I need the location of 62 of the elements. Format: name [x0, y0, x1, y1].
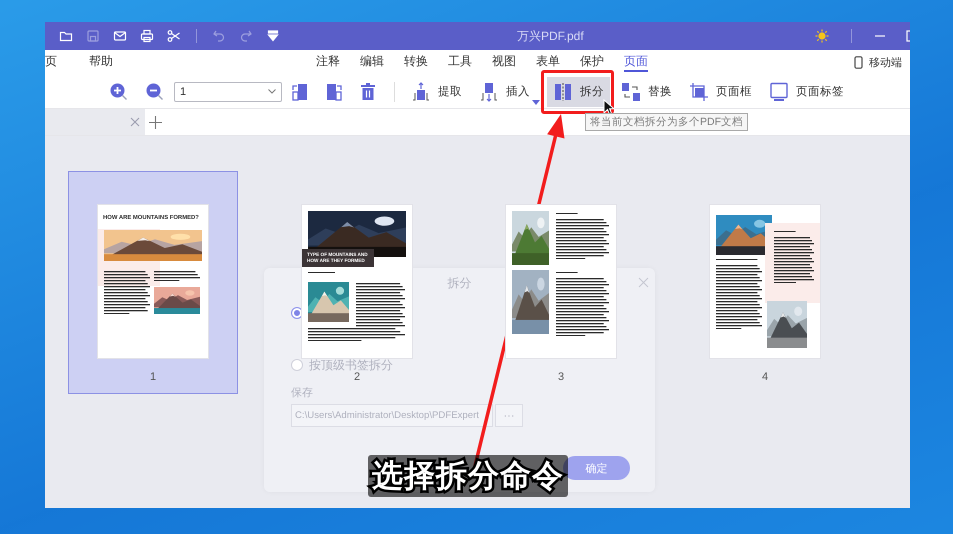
mobile-button[interactable]: 移动端: [852, 53, 904, 72]
page-select[interactable]: 1: [174, 82, 282, 102]
menu-item[interactable]: 页: [45, 53, 57, 72]
text-lines-drawing: [556, 219, 609, 260]
text-lines-drawing: [774, 237, 814, 284]
page-number: 2: [354, 371, 360, 383]
menu-item[interactable]: 工具: [448, 53, 472, 72]
dropdown-icon[interactable]: [266, 29, 280, 43]
trash-icon[interactable]: [358, 82, 378, 102]
text-lines-drawing: [154, 271, 200, 282]
caption-text: 选择拆分命令: [368, 455, 568, 497]
menu-item[interactable]: 帮助: [89, 53, 113, 72]
chevron-icon: [268, 89, 276, 94]
menu-item[interactable]: 保护: [580, 53, 604, 72]
menu-item[interactable]: 视图: [492, 53, 516, 72]
text-lines-drawing: [308, 272, 338, 274]
page-thumbnail[interactable]: [710, 205, 820, 358]
caret-icon[interactable]: [532, 100, 540, 104]
folder-icon[interactable]: [59, 29, 73, 43]
menu-item[interactable]: 页面: [624, 53, 648, 72]
plus-icon[interactable]: [149, 116, 162, 128]
radio-label: 按顶级书签拆分: [309, 359, 393, 371]
menu-item[interactable]: 表单: [536, 53, 560, 72]
extract-page-icon: [411, 82, 431, 102]
window-title: 万兴PDF.pdf: [517, 28, 584, 44]
text-lines-drawing: [774, 231, 798, 232]
page-thumbnail[interactable]: [506, 205, 616, 358]
page-number: 1: [150, 371, 156, 383]
zoom-out-icon[interactable]: [145, 82, 165, 102]
sun-icon[interactable]: [815, 29, 829, 43]
menu-item[interactable]: 转换: [404, 53, 428, 72]
split-button[interactable]: 拆分: [547, 76, 610, 106]
radio-button[interactable]: [291, 359, 303, 371]
text-lines-drawing: [556, 213, 580, 214]
rotate-left-icon[interactable]: [290, 82, 310, 102]
page-number: 4: [762, 371, 768, 383]
page-box-button[interactable]: 页面框: [683, 76, 758, 106]
menu-item[interactable]: 编辑: [360, 53, 384, 72]
text-lines-drawing: [104, 271, 150, 314]
page-label-icon: [769, 82, 789, 102]
printer-icon[interactable]: [140, 29, 154, 43]
text-lines-drawing: [716, 265, 762, 330]
page-label-button[interactable]: 页面标签: [763, 76, 850, 106]
dialog-title: 拆分: [448, 274, 472, 292]
phone-icon: [854, 56, 863, 69]
menu-item[interactable]: 注释: [316, 53, 340, 72]
crop-frame-icon: [689, 82, 709, 102]
replace-button[interactable]: 替换: [615, 76, 678, 106]
tooltip: 将当前文档拆分为多个PDF文档: [585, 113, 748, 131]
zoom-in-icon[interactable]: [109, 82, 129, 102]
split-page-icon: [553, 82, 573, 102]
mail-icon[interactable]: [113, 29, 127, 43]
rotate-right-icon[interactable]: [324, 82, 344, 102]
save-label: 保存: [291, 386, 314, 400]
insert-page-icon: [479, 82, 499, 102]
insert-button[interactable]: 插入: [473, 76, 541, 106]
scissors-icon[interactable]: [167, 29, 181, 43]
replace-page-icon: [621, 82, 641, 102]
extract-button[interactable]: 提取: [405, 76, 468, 106]
text-lines-drawing: [556, 278, 609, 336]
text-lines-drawing: [556, 272, 580, 274]
page-number: 3: [558, 371, 564, 383]
